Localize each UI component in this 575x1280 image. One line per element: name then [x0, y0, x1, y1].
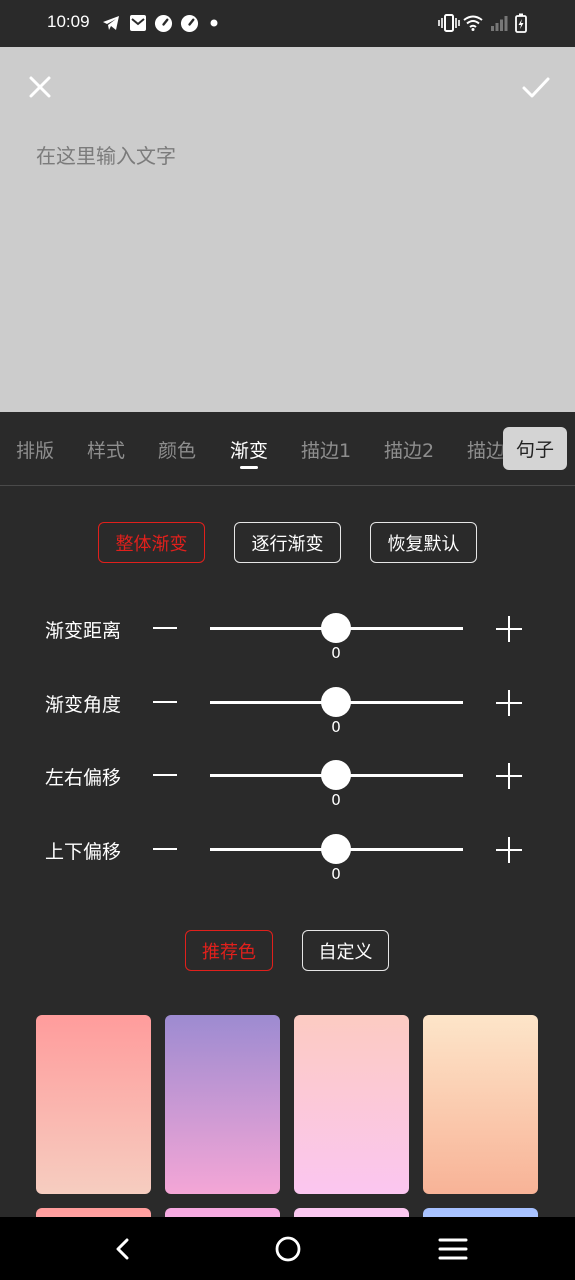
back-button[interactable] — [104, 1231, 140, 1267]
minus-icon[interactable] — [153, 627, 177, 629]
back-icon — [116, 1238, 129, 1260]
wifi-icon — [462, 13, 484, 33]
tab-style[interactable]: 样式 — [87, 436, 125, 463]
tab-bar: 排版 样式 颜色 渐变 描边1 描边2 描边 — [0, 412, 575, 486]
text-input[interactable] — [36, 139, 536, 173]
minus-icon[interactable] — [153, 774, 177, 776]
gradient-swatch[interactable] — [36, 1015, 151, 1194]
text-editor-area — [0, 47, 575, 412]
confirm-button[interactable] — [519, 71, 553, 103]
plus-icon[interactable] — [496, 690, 522, 716]
minus-icon[interactable] — [153, 848, 177, 850]
per-line-gradient-button[interactable]: 逐行渐变 — [234, 522, 341, 563]
slider-label: 左右偏移 — [45, 767, 122, 789]
reset-default-button[interactable]: 恢复默认 — [370, 522, 477, 563]
home-icon — [275, 1236, 301, 1262]
home-button[interactable] — [270, 1231, 306, 1267]
plus-icon[interactable] — [496, 763, 522, 789]
speedometer-icon — [179, 13, 199, 33]
menu-icon — [438, 1238, 468, 1260]
plus-icon[interactable] — [496, 616, 522, 642]
whole-gradient-button[interactable]: 整体渐变 — [98, 522, 205, 563]
close-icon — [29, 76, 51, 98]
status-bar: 10:09 — [0, 0, 575, 47]
signal-icon — [488, 13, 510, 33]
slider-thumb[interactable] — [321, 834, 351, 864]
slider-value: 0 — [331, 791, 341, 809]
gradient-swatch[interactable] — [423, 1015, 538, 1194]
gradient-swatch[interactable] — [294, 1015, 409, 1194]
tab-stroke-1[interactable]: 描边1 — [301, 436, 351, 463]
slider-label: 渐变角度 — [45, 694, 122, 716]
minus-icon[interactable] — [153, 701, 177, 703]
check-icon — [522, 77, 550, 98]
slider-thumb[interactable] — [321, 613, 351, 643]
active-tab-indicator — [240, 466, 258, 469]
dot-icon — [208, 13, 220, 33]
tab-color[interactable]: 颜色 — [158, 436, 196, 463]
sentence-button[interactable]: 句子 — [503, 427, 567, 470]
plus-icon[interactable] — [496, 837, 522, 863]
tab-layout[interactable]: 排版 — [16, 436, 54, 463]
tab-stroke-2[interactable]: 描边2 — [384, 436, 434, 463]
slider-value: 0 — [331, 718, 341, 736]
slider-value: 0 — [331, 865, 341, 883]
menu-button[interactable] — [435, 1231, 471, 1267]
battery-charging-icon — [512, 13, 530, 33]
navigation-bar — [0, 1217, 575, 1280]
close-button[interactable] — [24, 71, 56, 103]
tab-gradient[interactable]: 渐变 — [230, 436, 268, 463]
slider-label: 渐变距离 — [45, 620, 122, 642]
status-time: 10:09 — [47, 12, 90, 31]
slider-thumb[interactable] — [321, 687, 351, 717]
gradient-swatch[interactable] — [165, 1015, 280, 1194]
telegram-icon — [101, 13, 121, 33]
slider-thumb[interactable] — [321, 760, 351, 790]
mail-icon — [128, 13, 148, 33]
slider-value: 0 — [331, 644, 341, 662]
vibrate-icon — [438, 13, 460, 33]
custom-colors-button[interactable]: 自定义 — [302, 930, 389, 971]
slider-label: 上下偏移 — [45, 841, 122, 863]
speedometer-icon — [153, 13, 173, 33]
recommended-colors-button[interactable]: 推荐色 — [185, 930, 273, 971]
